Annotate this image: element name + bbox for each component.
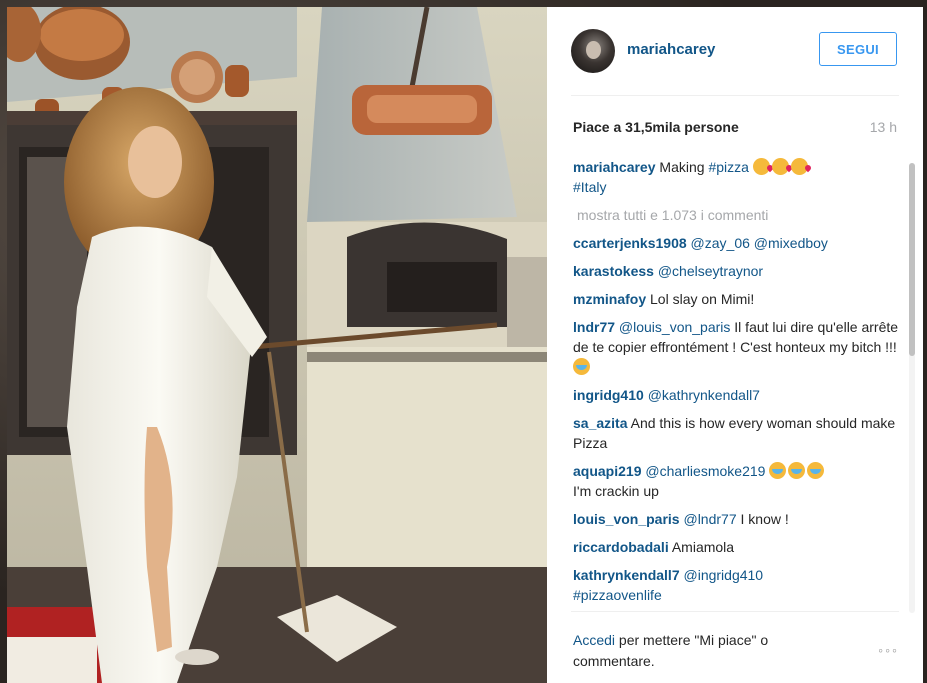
crying-emoji-icon [807,462,825,479]
comment-item: riccardobadali Amiamola [573,537,899,557]
post-footer: Accedi per mettere "Mi piace" o commenta… [571,611,899,683]
comment-text: Amiamola [671,539,735,555]
crying-emoji-icon [788,462,806,479]
comment-text: Lol slay on Mimi! [650,291,755,307]
comment-mention[interactable]: @charliesmoke219 [645,463,765,479]
post-timestamp[interactable]: 13 h [870,119,897,135]
show-all-comments-link[interactable]: mostra tutti e 1.073 i commenti [577,205,899,225]
avatar-face-icon [586,41,601,59]
comment-item: sa_azita And this is how every woman sho… [573,413,899,453]
post-header: mariahcarey SEGUI [571,7,899,96]
login-link[interactable]: Accedi [573,632,615,648]
caption-hashtag-italy[interactable]: #Italy [573,179,606,195]
kiss-emoji-icon [771,158,789,175]
comment-mention[interactable]: @chelseytraynor [658,263,763,279]
post-side-panel: mariahcarey SEGUI Piace a 31,5mila perso… [547,7,923,683]
comments-list[interactable]: mariahcarey Making #pizza #Italy mostra … [573,157,899,611]
likes-row: Piace a 31,5mila persone 13 h [571,115,899,139]
kiss-emoji-icon [752,158,770,175]
comment-mention[interactable]: @louis_von_paris [619,319,731,335]
comment-user[interactable]: mzminafoy [573,291,646,307]
comment-user[interactable]: aquapi219 [573,463,641,479]
comment-user[interactable]: karastokess [573,263,654,279]
laughing-crying-emoji-icon [573,358,590,375]
avatar[interactable] [571,29,615,73]
comment-item: aquapi219 @charliesmoke219 I'm crackin u… [573,461,899,501]
comment-mention[interactable]: @kathrynkendall7 [648,387,760,403]
login-prompt: Accedi per mettere "Mi piace" o commenta… [573,630,833,672]
comment-item: kathrynkendall7 @ingridg410 #pizzaovenli… [573,565,899,605]
comment-mention[interactable]: @zay_06 @mixedboy [691,235,828,251]
comment-item: ingridg410 @kathrynkendall7 [573,385,899,405]
comment-text: I'm crackin up [573,483,659,499]
crying-emoji-icon [769,462,787,479]
comment-mention[interactable]: @ingridg410 [684,567,764,583]
comment-user[interactable]: louis_von_paris [573,511,680,527]
username[interactable]: mariahcarey [627,41,715,58]
comment-user[interactable]: ingridg410 [573,387,644,403]
scrollbar-thumb[interactable] [909,163,915,356]
more-options-icon[interactable]: ◦◦◦ [878,642,899,658]
comment-hashtag[interactable]: #pizzaovenlife [573,587,662,603]
post-photo[interactable] [7,7,547,683]
comment-user[interactable]: sa_azita [573,415,627,431]
comment-item: karastokess @chelseytraynor [573,261,899,281]
comment-user[interactable]: riccardobadali [573,539,669,555]
kitchen-oven-photo [7,7,547,683]
post-modal: mariahcarey SEGUI Piace a 31,5mila perso… [7,7,923,683]
likes-count[interactable]: Piace a 31,5mila persone [573,119,739,135]
comment-item: mzminafoy Lol slay on Mimi! [573,289,899,309]
comment-mention[interactable]: @lndr77 [683,511,736,527]
comment-item: louis_von_paris @lndr77 I know ! [573,509,899,529]
kiss-emoji-icon [790,158,808,175]
comment-user[interactable]: ccarterjenks1908 [573,235,687,251]
caption-hashtag-pizza[interactable]: #pizza [708,159,748,175]
comment-text: I know ! [740,511,789,527]
caption-text: Making [659,159,705,175]
comment-item: lndr77 @louis_von_paris Il faut lui dire… [573,317,899,377]
comment-user[interactable]: lndr77 [573,319,615,335]
comment-item: ccarterjenks1908 @zay_06 @mixedboy [573,233,899,253]
follow-button[interactable]: SEGUI [819,32,897,66]
comment-user[interactable]: kathrynkendall7 [573,567,680,583]
comments-scrollbar[interactable] [909,163,915,613]
caption-user[interactable]: mariahcarey [573,159,656,175]
caption: mariahcarey Making #pizza #Italy [573,157,899,197]
